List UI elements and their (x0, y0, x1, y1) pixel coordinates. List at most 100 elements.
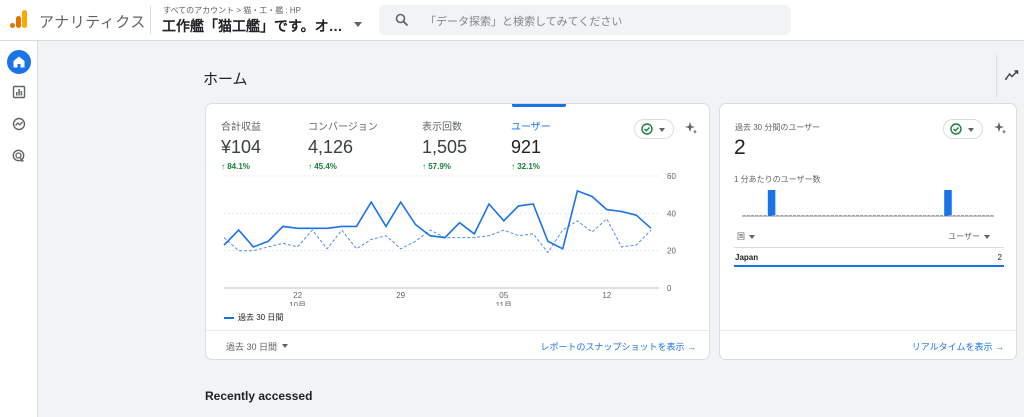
per-minute-bar (885, 215, 889, 216)
search-bar[interactable]: 「データ探索」と検索してみてください (379, 5, 791, 35)
per-minute-bar (767, 190, 776, 216)
per-minute-bar (851, 215, 855, 216)
per-minute-bar (918, 215, 923, 216)
date-range-selector[interactable]: 過去 30 日間 (226, 340, 277, 353)
metric-label: 表示回数 (422, 122, 462, 133)
x-tick-label: 12 (602, 291, 611, 300)
nav-reports[interactable] (7, 80, 31, 104)
per-minute-bar (805, 215, 809, 216)
search-input[interactable]: 「データ探索」と検索してみてください (425, 13, 622, 29)
current-series-line (223, 189, 652, 250)
sparkle-icon[interactable] (684, 121, 698, 135)
view-realtime-link[interactable]: リアルタイムを表示 → (912, 340, 1004, 353)
per-minute-bar (746, 215, 750, 216)
check-circle-icon (950, 123, 962, 135)
status-dropdown[interactable] (634, 119, 674, 139)
per-minute-bar (759, 215, 763, 216)
per-minute-bar (910, 215, 914, 216)
metric-conversions[interactable]: コンバージョン 4,126 ↑ 45.4% (308, 118, 378, 171)
status-dropdown[interactable] (943, 119, 983, 139)
per-minute-bar (801, 215, 805, 216)
per-minute-bar (750, 215, 755, 216)
sparkle-icon[interactable] (993, 121, 1007, 135)
metric-value: ¥104 (221, 137, 262, 157)
metric-value: 921 (511, 137, 542, 157)
left-nav (0, 41, 38, 417)
per-minute-bar (923, 215, 927, 216)
realtime-user-count: 2 (734, 136, 746, 159)
column-header-country[interactable]: 国 (737, 231, 755, 242)
per-minute-bar (906, 215, 910, 216)
card-divider (206, 330, 709, 331)
realtime-card: 過去 30 分間のユーザー 2 1 分あたりのユーザー数 国 ユーザー Japa… (719, 103, 1017, 360)
metric-label: 合計収益 (221, 122, 261, 133)
chevron-down-icon (749, 234, 755, 239)
per-minute-bar (881, 215, 885, 216)
home-icon (13, 56, 25, 68)
per-minute-bar (981, 215, 986, 216)
nav-explore[interactable] (7, 112, 31, 136)
chevron-down-icon (659, 128, 665, 132)
per-minute-bar (776, 215, 780, 216)
per-minute-bar (990, 215, 994, 216)
chevron-down-icon[interactable] (282, 344, 288, 348)
search-icon (395, 13, 409, 27)
x-tick-month-label: 11月 (496, 301, 512, 306)
per-minute-bar (914, 215, 918, 216)
table-row-users: 2 (997, 253, 1002, 262)
per-minute-bar (935, 215, 939, 216)
per-minute-bar (927, 215, 931, 216)
table-divider (734, 247, 1004, 248)
analytics-logo-icon[interactable] (9, 9, 29, 29)
nav-home[interactable] (7, 50, 31, 74)
metric-label: ユーザー (511, 122, 551, 133)
per-minute-bar (742, 215, 746, 216)
selected-tab-indicator (512, 104, 566, 107)
view-snapshot-link[interactable]: レポートのスナップショットを表示 → (540, 340, 696, 353)
per-minute-bar (944, 190, 952, 216)
per-minute-bar (860, 215, 864, 216)
metric-value: 4,126 (308, 137, 354, 157)
insights-button[interactable] (996, 55, 1024, 97)
comparison-series-line (223, 218, 652, 254)
per-minute-bar (788, 215, 792, 216)
explore-icon (12, 117, 26, 131)
x-tick-month-label: 10月 (289, 301, 306, 306)
trending-icon (1005, 70, 1019, 80)
target-icon (12, 149, 25, 163)
table-row-bar (734, 265, 1004, 267)
per-minute-bar (931, 215, 935, 216)
per-minute-bar (784, 215, 788, 216)
y-tick-label: 60 (667, 172, 676, 181)
per-minute-bar (969, 215, 973, 216)
metric-views[interactable]: 表示回数 1,505 ↑ 57.9% (422, 118, 467, 171)
x-tick-label: 05 (499, 291, 508, 300)
card-divider (720, 330, 1016, 331)
metric-label: コンバージョン (308, 122, 378, 133)
per-minute-bar (818, 215, 822, 216)
metric-users[interactable]: ユーザー 921 ↑ 32.1% (511, 118, 551, 171)
per-minute-bar (889, 215, 893, 216)
per-minute-bar (986, 215, 990, 216)
chevron-down-icon (984, 234, 990, 239)
metric-total-revenue[interactable]: 合計収益 ¥104 ↑ 84.1% (221, 118, 261, 171)
per-minute-bar (822, 215, 826, 216)
per-minute-bar (965, 215, 969, 216)
overview-card: 合計収益 ¥104 ↑ 84.1% コンバージョン 4,126 ↑ 45.4% … (205, 103, 710, 360)
per-minute-bar (771, 215, 776, 216)
per-minute-bar (763, 215, 767, 216)
per-minute-bar (868, 215, 872, 216)
per-minute-bar (956, 215, 960, 216)
nav-advertising[interactable] (7, 144, 31, 168)
breadcrumb[interactable]: すべてのアカウント > 猫・工・艦 : HP (163, 5, 301, 16)
legend-swatch (224, 316, 234, 319)
realtime-subtitle: 1 分あたりのユーザー数 (734, 175, 821, 184)
realtime-title: 過去 30 分間のユーザー (735, 123, 821, 132)
per-minute-bar (813, 215, 818, 216)
check-circle-icon (641, 123, 653, 135)
column-header-users[interactable]: ユーザー (948, 231, 990, 242)
per-minute-bar (948, 215, 952, 216)
property-selector[interactable]: 工作艦「猫工艦」です。オ… (162, 16, 352, 36)
chevron-down-icon[interactable] (354, 22, 362, 27)
column-header-country-label: 国 (737, 232, 745, 241)
